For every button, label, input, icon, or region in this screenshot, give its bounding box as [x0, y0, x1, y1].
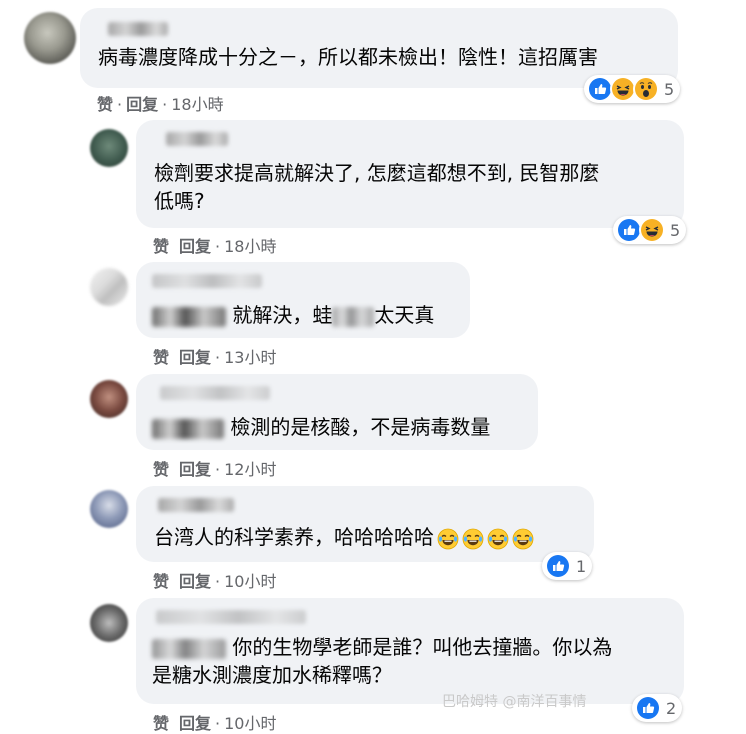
commenter-name-blurred[interactable] [160, 386, 270, 400]
comment-actions: 赞回复 · 12小时 [153, 460, 277, 479]
haha-reaction-icon [639, 217, 665, 243]
avatar[interactable] [90, 604, 128, 642]
comment-time[interactable]: 18小時 [171, 95, 223, 114]
reaction-summary[interactable]: 2 [632, 694, 683, 722]
comment-text: 台湾人的科学素养，哈哈哈哈哈 [154, 525, 434, 549]
watermark: 巴哈姆特 @南洋百事情 [442, 694, 587, 710]
like-button[interactable]: 赞 [153, 460, 169, 479]
comment-time[interactable]: 18小時 [224, 237, 276, 256]
commenter-name-blurred[interactable] [156, 610, 306, 624]
reply-button[interactable]: 回复 [179, 348, 211, 367]
reaction-summary[interactable]: 1 [542, 552, 593, 580]
avatar[interactable] [90, 129, 128, 167]
comment-text-row: 檢測的是核酸，不是病毒数量 [152, 412, 490, 442]
like-reaction-icon [635, 695, 661, 721]
reaction-count: 1 [576, 556, 587, 576]
reaction-summary[interactable]: 5 [584, 75, 681, 103]
reply-button[interactable]: 回复 [126, 95, 158, 114]
like-button[interactable]: 赞 [97, 95, 113, 114]
like-button[interactable]: 赞 [153, 237, 169, 256]
like-button[interactable]: 赞 [153, 572, 169, 591]
comment-bubble: 檢測的是核酸，不是病毒数量 [136, 374, 538, 450]
comment-bubble: 你的生物學老師是誰？叫他去撞牆。你以為 是糖水測濃度加水稀釋嗎？ [136, 598, 684, 704]
avatar[interactable] [90, 268, 128, 306]
comment-time[interactable]: 13小时 [224, 348, 276, 367]
comment-text: 是糖水測濃度加水稀釋嗎？ [152, 663, 392, 687]
avatar[interactable] [90, 490, 128, 528]
reaction-count: 5 [664, 79, 675, 99]
comment-actions: 赞回复 · 10小时 [153, 572, 277, 591]
commenter-name-blurred[interactable] [152, 274, 262, 288]
wow-reaction-icon [633, 76, 659, 102]
comment-text: 就解決，蛙 [232, 303, 333, 327]
reply-button[interactable]: 回复 [179, 572, 211, 591]
blurred-mention [152, 638, 226, 659]
comment-bubble: 就解決，蛙 太天真 [136, 262, 470, 338]
comment-actions: 赞回复 · 13小时 [153, 348, 277, 367]
like-button[interactable]: 赞 [153, 348, 169, 367]
blurred-mention [152, 418, 224, 439]
avatar[interactable] [90, 380, 128, 418]
reaction-summary[interactable]: 5 [613, 216, 687, 244]
comment-time[interactable]: 12小时 [224, 460, 276, 479]
blurred-mention [152, 306, 226, 327]
reaction-count: 5 [670, 220, 681, 240]
comment-actions: 赞回复 · 10小时 [153, 714, 277, 733]
comment-time[interactable]: 10小时 [224, 714, 276, 733]
comment-text: 檢測的是核酸，不是病毒数量 [230, 415, 491, 439]
commenter-name-blurred[interactable] [166, 132, 228, 146]
commenter-name-blurred[interactable] [108, 22, 168, 36]
comment-text-row: 你的生物學老師是誰？叫他去撞牆。你以為 [152, 632, 612, 662]
comment-text-row: 就解決，蛙 太天真 [152, 300, 434, 330]
comment-bubble: 檢劑要求提高就解決了, 怎麼這都想不到, 民智那麼 低嗎? [136, 120, 684, 228]
comment-text: 病毒濃度降成十分之－，所以都未檢出！陰性！這招厲害 [98, 45, 598, 69]
like-reaction-icon [545, 553, 571, 579]
comment-text: 低嗎? [154, 189, 205, 213]
reply-button[interactable]: 回复 [179, 237, 211, 256]
comment-bubble: 病毒濃度降成十分之－，所以都未檢出！陰性！這招厲害 [80, 8, 678, 88]
comment-time[interactable]: 10小时 [224, 572, 276, 591]
laugh-cry-emoji [462, 528, 484, 550]
comment-bubble: 台湾人的科学素养，哈哈哈哈哈 [136, 486, 594, 562]
laugh-cry-emoji [512, 528, 534, 550]
comment-text-row: 台湾人的科学素养，哈哈哈哈哈 [154, 522, 534, 552]
reaction-count: 2 [666, 698, 677, 718]
like-button[interactable]: 赞 [153, 714, 169, 733]
commenter-name-blurred[interactable] [158, 498, 234, 512]
comment-text: 檢劑要求提高就解決了, 怎麼這都想不到, 民智那麼 [154, 161, 600, 185]
reply-button[interactable]: 回复 [179, 460, 211, 479]
comment-text: 你的生物學老師是誰？叫他去撞牆。你以為 [232, 635, 613, 659]
comment-actions: 赞回复 · 18小時 [153, 237, 277, 256]
laugh-cry-emoji [487, 528, 509, 550]
laugh-cry-emoji [437, 528, 459, 550]
comment-text: 太天真 [374, 303, 435, 327]
avatar[interactable] [24, 12, 76, 64]
blurred-word [332, 306, 375, 327]
comment-actions: 赞 · 回复 · 18小時 [97, 95, 224, 114]
reply-button[interactable]: 回复 [179, 714, 211, 733]
